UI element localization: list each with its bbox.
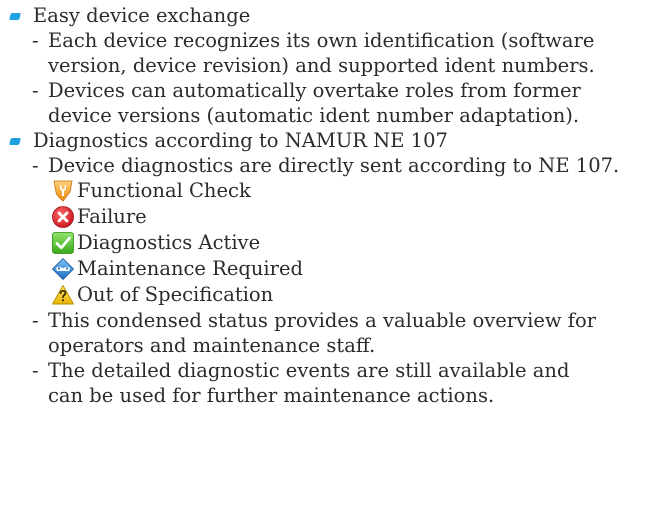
- sub-item-line: version, device revision) and supported …: [48, 54, 595, 77]
- sub-item-line: device versions (automatic ident number …: [48, 104, 580, 127]
- dash-marker: -: [32, 309, 39, 332]
- bullet-item: Diagnostics according to NAMUR NE 107: [0, 128, 648, 153]
- section-title: Easy device exchange: [33, 4, 251, 27]
- sub-item-line: operators and maintenance staff.: [48, 334, 376, 357]
- document: Easy device exchange - Each device recog…: [0, 0, 648, 408]
- sub-item-line: Devices can automatically overtake roles…: [48, 79, 581, 102]
- bullet-item: Easy device exchange: [0, 3, 648, 28]
- status-functional-check: Functional Check: [0, 178, 648, 204]
- sub-item: - Devices can automatically overtake rol…: [0, 78, 648, 128]
- status-out-of-specification: Out of Specification: [0, 282, 648, 308]
- section-title: Diagnostics according to NAMUR NE 107: [33, 129, 448, 152]
- status-label: Failure: [77, 205, 147, 228]
- status-label: Maintenance Required: [77, 257, 304, 280]
- maintenance-required-icon: [51, 257, 75, 281]
- dash-marker: -: [32, 29, 39, 52]
- status-maintenance-required: Maintenance Required: [0, 256, 648, 282]
- status-label: Diagnostics Active: [77, 231, 261, 254]
- diagnostics-active-icon: [52, 232, 74, 254]
- sub-item: - Device diagnostics are directly sent a…: [0, 153, 648, 178]
- functional-check-icon: [53, 180, 73, 202]
- sub-item: - The detailed diagnostic events are sti…: [0, 358, 648, 408]
- out-of-specification-icon: [52, 285, 74, 305]
- status-failure: Failure: [0, 204, 648, 230]
- sub-item-line: The detailed diagnostic events are still…: [48, 359, 570, 382]
- bullet-marker: [9, 138, 21, 145]
- sub-item-line: This condensed status provides a valuabl…: [48, 309, 597, 332]
- sub-item: - This condensed status provides a valua…: [0, 308, 648, 358]
- sub-item-line: can be used for further maintenance acti…: [48, 384, 495, 407]
- status-diagnostics-active: Diagnostics Active: [0, 230, 648, 256]
- sub-item-line: Each device recognizes its own identific…: [48, 29, 595, 52]
- bullet-marker: [9, 13, 21, 20]
- failure-icon: [52, 206, 74, 228]
- sub-item: - Each device recognizes its own identif…: [0, 28, 648, 78]
- dash-marker: -: [32, 79, 39, 102]
- status-label: Out of Specification: [77, 283, 274, 306]
- sub-item-line: Device diagnostics are directly sent acc…: [48, 154, 620, 177]
- dash-marker: -: [32, 359, 39, 382]
- status-label: Functional Check: [77, 179, 251, 202]
- dash-marker: -: [32, 154, 39, 177]
